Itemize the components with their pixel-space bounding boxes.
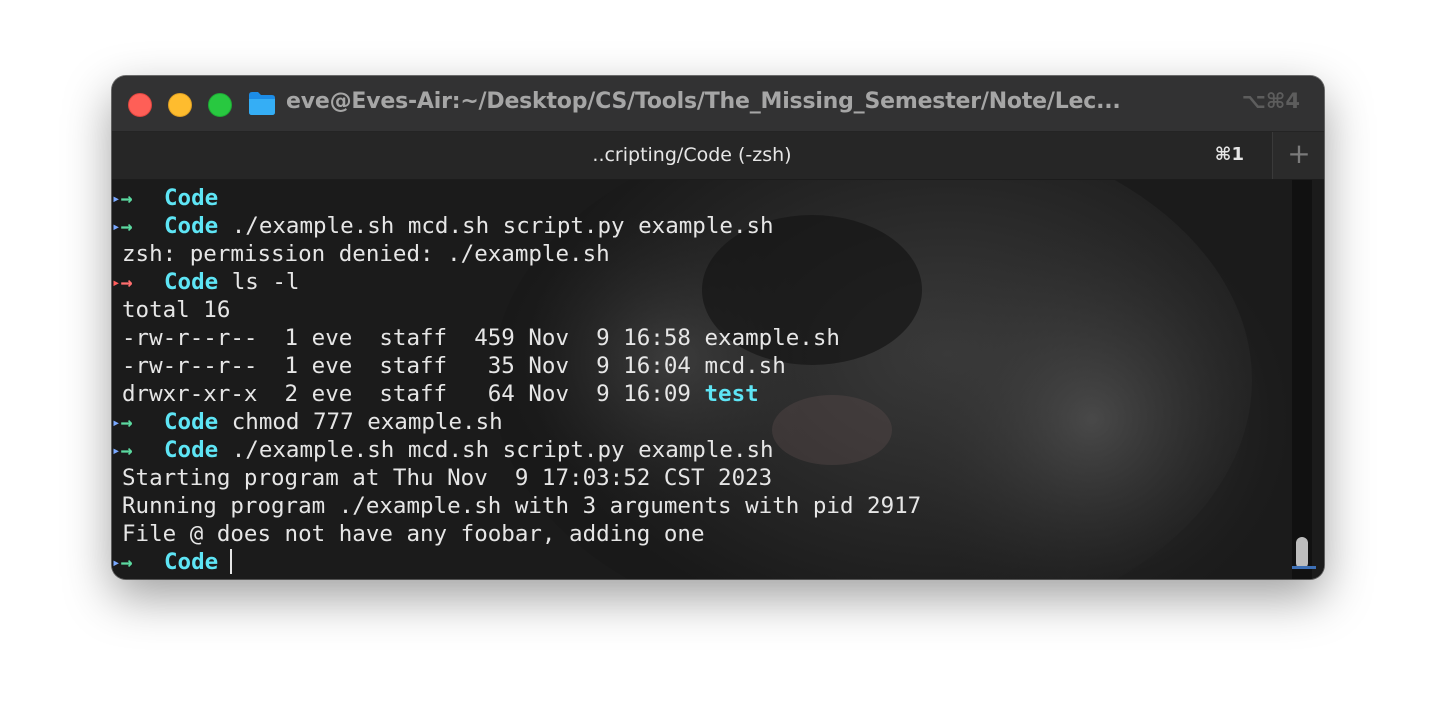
prompt-directory: Code [164,549,219,575]
new-tab-button[interactable]: + [1274,132,1324,179]
output-text: Running program ./example.sh with 3 argu… [122,493,922,519]
prompt-arrow-error-icon: ▸→ [112,270,133,294]
output-line: -rw-r--r-- 1 eve staff 35 Nov 9 16:04 mc… [112,352,1292,380]
command-text: ./example.sh mcd.sh script.py example.sh [218,213,774,239]
output-text: -rw-r--r-- 1 eve staff 459 Nov 9 16:58 e… [122,325,840,351]
output-text: zsh: permission denied: ./example.sh [122,241,610,267]
prompt-line: ▸→ Code chmod 777 example.sh [112,408,1292,436]
tab-bar: ..cripting/Code (-zsh) ⌘1 + [112,132,1324,180]
prompt-arrow-icon: ▸→ [112,410,133,434]
prompt-directory: Code [164,409,219,435]
prompt-line: ▸→ Code [112,548,1292,576]
command-text: ls -l [218,269,300,295]
prompt-line: ▸→ Code ./example.sh mcd.sh script.py exa… [112,212,1292,240]
output-line: total 16 [112,296,1292,324]
prompt-arrow-icon: ▸→ [112,550,133,574]
prompt-directory: Code [164,437,219,463]
output-line: Starting program at Thu Nov 9 17:03:52 C… [112,464,1292,492]
output-text: File @ does not have any foobar, adding … [122,521,705,547]
text-cursor[interactable] [230,549,233,574]
prompt-line: ▸→ Code ./example.sh mcd.sh script.py exa… [112,436,1292,464]
scrollbar-thumb[interactable] [1296,537,1308,569]
zoom-button[interactable] [208,93,232,117]
output-text: total 16 [122,297,231,323]
terminal-lines: ▸→ Code ▸→ Code ./example.sh mcd.sh script.… [112,184,1292,576]
scrollbar-indicator [1292,566,1316,569]
prompt-line: ▸→ Code [112,184,1292,212]
command-text: ./example.sh mcd.sh script.py example.sh [218,437,774,463]
command-text: chmod 777 example.sh [218,409,503,435]
prompt-directory: Code [164,185,219,211]
title-bar[interactable]: eve@Eves-Air:~/Desktop/CS/Tools/The_Miss… [112,76,1324,132]
output-line: Running program ./example.sh with 3 argu… [112,492,1292,520]
output-text: -rw-r--r-- 1 eve staff 35 Nov 9 16:04 mc… [122,353,786,379]
output-line: drwxr-xr-x 2 eve staff 64 Nov 9 16:09 te… [112,380,1292,408]
prompt-directory: Code [164,269,219,295]
tab-title: ..cripting/Code (-zsh) [592,144,792,166]
tab-active[interactable]: ..cripting/Code (-zsh) ⌘1 [112,132,1273,179]
output-text: drwxr-xr-x 2 eve staff 64 Nov 9 16:09 [122,381,705,407]
close-button[interactable] [128,93,152,117]
output-line: File @ does not have any foobar, adding … [112,520,1292,548]
output-text: Starting program at Thu Nov 9 17:03:52 C… [122,465,773,491]
window-title: eve@Eves-Air:~/Desktop/CS/Tools/The_Miss… [286,89,1121,114]
tab-shortcut: ⌘1 [1214,144,1244,165]
prompt-line: ▸→ Code ls -l [112,268,1292,296]
prompt-arrow-icon: ▸→ [112,438,133,462]
terminal-content[interactable]: ▸→ Code ▸→ Code ./example.sh mcd.sh script.… [112,180,1324,579]
output-line: zsh: permission denied: ./example.sh [112,240,1292,268]
window-shortcut: ⌥⌘4 [1241,89,1300,113]
output-line: -rw-r--r-- 1 eve staff 459 Nov 9 16:58 e… [112,324,1292,352]
prompt-arrow-icon: ▸→ [112,186,133,210]
minimize-button[interactable] [168,93,192,117]
prompt-arrow-icon: ▸→ [112,214,133,238]
prompt-directory: Code [164,213,219,239]
folder-icon [249,92,275,115]
scrollbar-track[interactable] [1292,180,1312,579]
terminal-window: eve@Eves-Air:~/Desktop/CS/Tools/The_Miss… [112,76,1324,579]
directory-entry: test [704,381,759,407]
